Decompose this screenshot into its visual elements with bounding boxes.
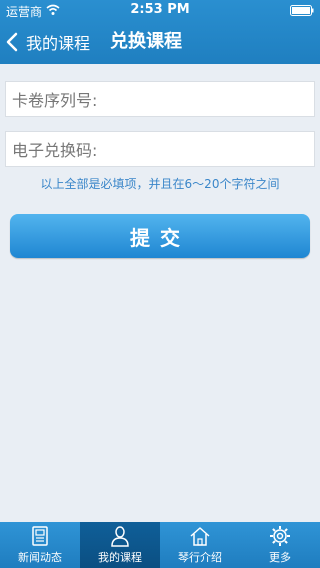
news-icon (32, 526, 48, 546)
back-label: 我的课程 (26, 34, 91, 53)
status-bar: 运营商 2:53 PM (0, 0, 320, 20)
header: 运营商 2:53 PM 我的课程 兑换课程 (0, 0, 320, 64)
card-serial-label: 卡卷序列号: (12, 91, 98, 110)
battery-icon (290, 5, 314, 16)
tab-my-courses-label: 我的课程 (98, 551, 142, 564)
back-button[interactable]: 我的课程 (6, 20, 90, 64)
redeem-code-input[interactable] (97, 133, 314, 165)
tab-my-courses[interactable]: 我的课程 (80, 522, 160, 568)
home-icon (190, 527, 210, 546)
redeem-code-field[interactable]: 电子兑换码: (5, 131, 315, 167)
person-icon (111, 526, 129, 547)
status-time: 2:53 PM (130, 2, 190, 17)
required-hint: 以上全部是必填项，并且在6～20个字符之间 (40, 177, 280, 191)
redeem-code-label: 电子兑换码: (12, 141, 98, 160)
tab-more-label: 更多 (269, 551, 291, 564)
tab-more[interactable]: 更多 (240, 522, 320, 568)
card-serial-field[interactable]: 卡卷序列号: (5, 81, 315, 117)
tab-bar: 新闻动态 我的课程 琴行介绍 更多 (0, 522, 320, 568)
tab-news-label: 新闻动态 (18, 551, 62, 564)
tab-store-intro-label: 琴行介绍 (178, 551, 222, 564)
nav-bar: 我的课程 兑换课程 (0, 20, 320, 64)
back-chevron-icon (6, 32, 18, 52)
gear-icon (270, 526, 290, 546)
page-title: 兑换课程 (110, 31, 182, 52)
card-serial-input[interactable] (97, 83, 314, 115)
submit-button[interactable]: 提交 (10, 214, 310, 258)
tab-news[interactable]: 新闻动态 (0, 522, 80, 568)
tab-store-intro[interactable]: 琴行介绍 (160, 522, 240, 568)
